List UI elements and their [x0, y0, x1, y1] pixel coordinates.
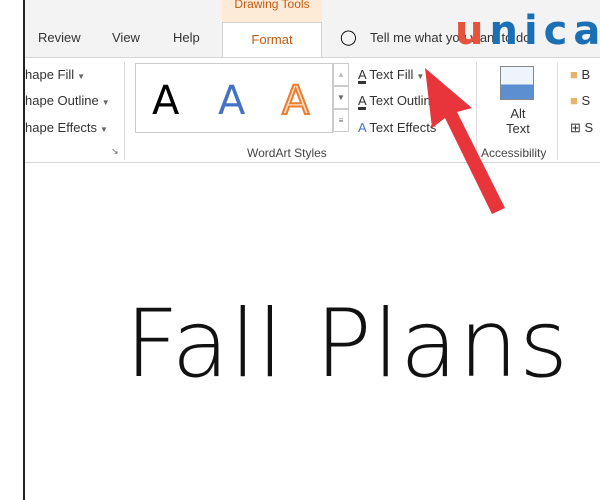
annotation-arrow — [425, 68, 505, 214]
red-arrow-icon — [425, 68, 505, 214]
